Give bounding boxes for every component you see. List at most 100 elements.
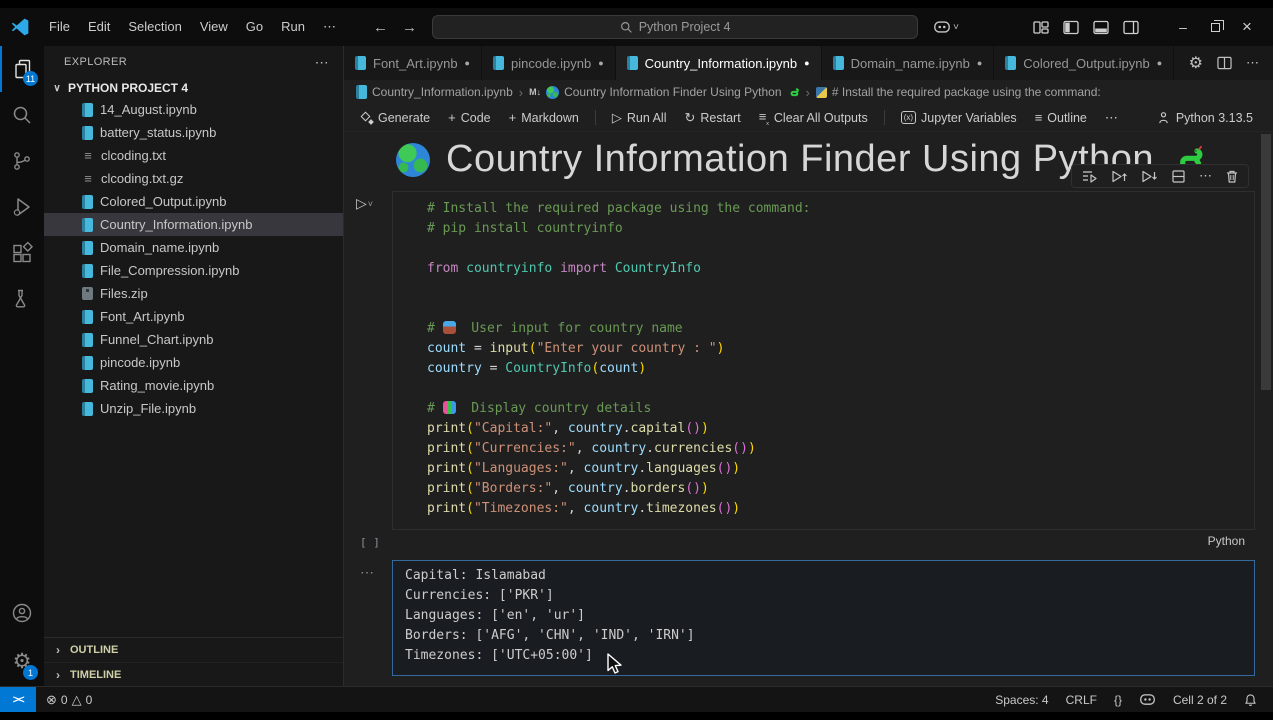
notifications-bell-icon[interactable] — [1244, 693, 1257, 707]
remote-indicator[interactable]: >< — [0, 687, 36, 712]
eol-indicator[interactable]: CRLF — [1066, 693, 1097, 707]
menu-selection[interactable]: Selection — [119, 16, 190, 37]
file-name: File_Compression.ipynb — [100, 263, 240, 278]
file-Unzip_File.ipynb[interactable]: Unzip_File.ipynb — [44, 397, 343, 420]
accounts-button[interactable] — [0, 590, 44, 636]
customize-layout-icon[interactable] — [1033, 20, 1049, 35]
explorer-more-actions-icon[interactable]: ⋯ — [315, 54, 329, 71]
tab-Country_Information.ipynb[interactable]: Country_Information.ipynb ● — [615, 46, 822, 80]
file-Files.zip[interactable]: Files.zip — [44, 282, 343, 305]
modified-dot-icon[interactable]: ● — [977, 58, 982, 68]
code-line: print("Borders:", country.borders()) — [427, 481, 709, 496]
gear-icon[interactable]: ⚙ — [1189, 53, 1203, 73]
code-line: # Install the required package using the… — [427, 201, 811, 216]
indent-indicator[interactable]: Spaces: 4 — [995, 693, 1048, 707]
file-battery_status.ipynb[interactable]: battery_status.ipynb — [44, 121, 343, 144]
toggle-panel-icon[interactable] — [1093, 20, 1109, 35]
file-pincode.ipynb[interactable]: pincode.ipynb — [44, 351, 343, 374]
notebook-file-icon — [82, 263, 93, 278]
menu-more[interactable]: ⋯ — [314, 16, 345, 37]
breadcrumb-item[interactable]: M↓ Country Information Finder Using Pytho… — [529, 85, 799, 99]
more-actions-button[interactable]: ⋯ — [1098, 108, 1125, 128]
file-Font_Art.ipynb[interactable]: Font_Art.ipynb — [44, 305, 343, 328]
timeline-section-header[interactable]: › TIMELINE — [44, 662, 343, 686]
settings-button[interactable]: ⚙ 1 — [0, 636, 44, 686]
file-Funnel_Chart.ipynb[interactable]: Funnel_Chart.ipynb — [44, 328, 343, 351]
run-cell-button[interactable]: ▷ ˅ — [356, 195, 373, 212]
tab-Domain_name.ipynb[interactable]: Domain_name.ipynb ● — [821, 46, 995, 80]
execute-above-icon[interactable] — [1081, 169, 1098, 184]
restore-button[interactable] — [1201, 19, 1229, 35]
breadcrumb-separator-icon: › — [518, 84, 524, 100]
jupyter-variables-button[interactable]: (x) Jupyter Variables — [894, 109, 1024, 127]
project-root-row[interactable]: ∨ PYTHON PROJECT 4 — [44, 78, 343, 98]
back-icon[interactable]: ← — [373, 19, 388, 36]
modified-dot-icon[interactable]: ● — [804, 58, 809, 68]
delete-cell-icon[interactable] — [1225, 169, 1239, 184]
modified-dot-icon[interactable]: ● — [465, 58, 470, 68]
copilot-button[interactable]: ˅ — [933, 20, 959, 34]
file-Domain_name.ipynb[interactable]: Domain_name.ipynb — [44, 236, 343, 259]
cell-indicator[interactable]: Cell 2 of 2 — [1173, 693, 1227, 707]
clear-all-outputs-button[interactable]: ≡ₓ Clear All Outputs — [752, 107, 875, 129]
run-below-cells-icon[interactable] — [1141, 169, 1158, 184]
file-14_August.ipynb[interactable]: 14_August.ipynb — [44, 98, 343, 121]
split-cell-icon[interactable] — [1171, 169, 1186, 184]
menu-run[interactable]: Run — [272, 16, 314, 37]
explorer-activity-button[interactable]: 11 — [0, 46, 44, 92]
toggle-secondary-sidebar-icon[interactable] — [1123, 20, 1139, 35]
forward-icon[interactable]: → — [402, 19, 417, 36]
output-more-actions-icon[interactable]: ⋯ — [360, 564, 375, 581]
more-actions-icon[interactable]: ⋯ — [1199, 168, 1212, 184]
extensions-activity-button[interactable] — [0, 230, 44, 276]
breadcrumb-item[interactable]: Country_Information.ipynb — [356, 85, 513, 99]
split-editor-icon[interactable] — [1217, 56, 1232, 70]
file-File_Compression.ipynb[interactable]: File_Compression.ipynb — [44, 259, 343, 282]
file-Colored_Output.ipynb[interactable]: Colored_Output.ipynb — [44, 190, 343, 213]
command-center-search[interactable]: Python Project 4 — [432, 15, 919, 39]
close-button[interactable]: × — [1233, 17, 1261, 37]
more-actions-icon[interactable]: ⋯ — [1246, 55, 1259, 71]
tab-Font_Art.ipynb[interactable]: Font_Art.ipynb ● — [344, 46, 482, 80]
restart-button[interactable]: ↻ Restart — [677, 108, 747, 128]
execution-count: [ ] — [360, 536, 380, 549]
source-control-activity-button[interactable] — [0, 138, 44, 184]
breadcrumb-item[interactable]: # Install the required package using the… — [815, 85, 1101, 99]
run-all-button[interactable]: ▷ Run All — [605, 108, 674, 128]
cell-language-label[interactable]: Python — [1208, 534, 1245, 548]
minimize-button[interactable]: – — [1169, 19, 1197, 35]
modified-dot-icon[interactable]: ● — [598, 58, 603, 68]
markdown-button[interactable]: + Markdown — [502, 108, 586, 127]
run-above-cells-icon[interactable] — [1111, 169, 1128, 184]
menu-go[interactable]: Go — [237, 16, 272, 37]
cell-editor-frame: # Install the required package using the… — [392, 191, 1255, 530]
generate-button[interactable]: Generate — [354, 109, 437, 127]
copilot-status-icon[interactable] — [1139, 693, 1156, 706]
file-Country_Information.ipynb[interactable]: Country_Information.ipynb — [44, 213, 343, 236]
menu-file[interactable]: File — [40, 16, 79, 37]
outline-section-header[interactable]: › OUTLINE — [44, 638, 343, 662]
code-editor[interactable]: # Install the required package using the… — [393, 192, 1254, 529]
testing-activity-button[interactable] — [0, 276, 44, 322]
kernel-picker[interactable]: Python 3.13.5 — [1157, 111, 1263, 125]
file-clcoding.txt.gz[interactable]: ≡ clcoding.txt.gz — [44, 167, 343, 190]
run-debug-activity-button[interactable] — [0, 184, 44, 230]
menu-edit[interactable]: Edit — [79, 16, 119, 37]
code-cell-gutter: ▷ ˅ [ ] — [344, 191, 392, 552]
file-Rating_movie.ipynb[interactable]: Rating_movie.ipynb — [44, 374, 343, 397]
modified-dot-icon[interactable]: ● — [1157, 58, 1162, 68]
language-mode-indicator[interactable]: {} — [1114, 693, 1122, 707]
outline-button[interactable]: ≡ Outline — [1028, 108, 1094, 127]
menu-view[interactable]: View — [191, 16, 237, 37]
scrollbar-thumb[interactable] — [1261, 134, 1271, 390]
toggle-sidebar-icon[interactable] — [1063, 20, 1079, 35]
notebook-icon — [1005, 56, 1017, 70]
search-activity-button[interactable] — [0, 92, 44, 138]
code-button[interactable]: + Code — [441, 108, 497, 127]
problems-indicator[interactable]: ⊗ 0 △ 0 — [46, 692, 92, 708]
file-name: Unzip_File.ipynb — [100, 401, 197, 416]
tab-Colored_Output.ipynb[interactable]: Colored_Output.ipynb ● — [994, 46, 1175, 80]
file-clcoding.txt[interactable]: ≡ clcoding.txt — [44, 144, 343, 167]
tab-pincode.ipynb[interactable]: pincode.ipynb ● — [481, 46, 616, 80]
